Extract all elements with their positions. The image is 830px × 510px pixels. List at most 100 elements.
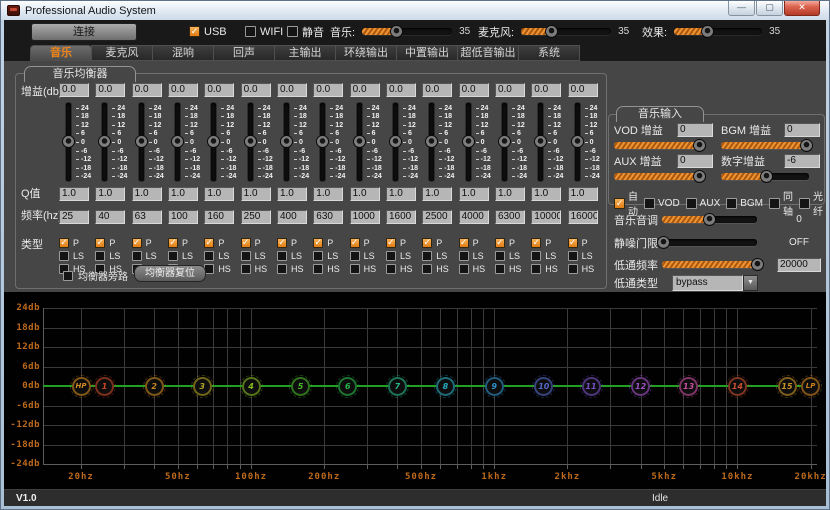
eq-gain-slider[interactable]: 24 18 12 6 0 -6 -12 -18 -24 [59,103,95,183]
eq-type-hs-checkbox[interactable] [422,263,433,274]
tab-5[interactable]: 主输出 [274,45,336,61]
eq-q-input[interactable]: 1.0 [349,187,380,201]
eq-q-input[interactable]: 1.0 [422,187,453,201]
source-checkbox[interactable] [685,197,697,209]
eq-type-hs-checkbox[interactable] [567,263,578,274]
slider-thumb[interactable] [692,169,706,183]
eq-gain-slider[interactable]: 24 18 12 6 0 -6 -12 -18 -24 [313,103,349,183]
close-button[interactable]: ✕ [784,1,820,16]
slider-thumb[interactable] [760,169,774,183]
eq-gain-slider[interactable]: 24 18 12 6 0 -6 -12 -18 -24 [241,103,277,183]
eq-q-input[interactable]: 1.0 [313,187,344,201]
eq-type-ls-checkbox[interactable] [167,250,178,261]
eq-freq-input[interactable]: 4000 [458,210,489,224]
eq-gain-input[interactable]: 0.0 [458,83,489,97]
eq-freq-input[interactable]: 40 [95,210,126,224]
eq-type-p-checkbox[interactable] [385,237,396,248]
eq-type-p-checkbox[interactable] [95,237,106,248]
slider-thumb[interactable] [425,135,439,148]
eq-type-hs-checkbox[interactable] [385,263,396,274]
eq-gain-slider[interactable]: 24 18 12 6 0 -6 -12 -18 -24 [495,103,531,183]
eq-type-hs-checkbox[interactable] [531,263,542,274]
slider-thumb[interactable] [703,213,716,226]
eq-freq-input[interactable]: 6300 [494,210,525,224]
connect-button[interactable]: 连接 [31,23,137,41]
eq-freq-input[interactable]: 63 [131,210,162,224]
eq-type-p-checkbox[interactable] [422,237,433,248]
tab-1[interactable]: 音乐 [30,45,92,61]
control-slider[interactable] [662,213,757,226]
eq-gain-input[interactable]: 0.0 [385,83,416,97]
wifi-checkbox[interactable] [245,26,256,37]
eq-q-input[interactable]: 1.0 [167,187,198,201]
eq-type-p-checkbox[interactable] [204,237,215,248]
slider-thumb[interactable] [657,236,671,249]
eq-gain-slider[interactable]: 24 18 12 6 0 -6 -12 -18 -24 [132,103,168,183]
slider-thumb[interactable] [352,135,366,148]
slider-thumb[interactable] [461,135,475,148]
eq-type-p-checkbox[interactable] [313,237,324,248]
eq-freq-input[interactable]: 160 [204,210,235,224]
tab-7[interactable]: 中置输出 [396,45,458,61]
eq-point-8[interactable]: 8 [433,374,457,398]
eq-q-input[interactable]: 1.0 [240,187,271,201]
slider-thumb[interactable] [388,135,402,148]
eq-gain-input[interactable]: 0.0 [95,83,126,97]
eq-q-input[interactable]: 1.0 [494,187,525,201]
eq-type-p-checkbox[interactable] [131,237,142,248]
eq-freq-input[interactable]: 1000 [349,210,380,224]
eq-gain-slider[interactable]: 24 18 12 6 0 -6 -12 -18 -24 [168,103,204,183]
eq-q-input[interactable]: 1.0 [131,187,162,201]
eq-type-ls-checkbox[interactable] [349,250,360,261]
eq-point-1[interactable]: 1 [93,374,117,398]
eq-type-ls-checkbox[interactable] [240,250,251,261]
eq-gain-slider[interactable]: 24 18 12 6 0 -6 -12 -18 -24 [386,103,422,183]
mute-checkbox[interactable] [287,26,298,37]
eq-type-p-checkbox[interactable] [276,237,287,248]
eq-type-hs-checkbox[interactable] [313,263,324,274]
eq-point-14[interactable]: 14 [725,374,749,398]
eq-type-ls-checkbox[interactable] [204,250,215,261]
eq-type-ls-checkbox[interactable] [567,250,578,261]
eq-q-input[interactable]: 1.0 [276,187,307,201]
eq-point-3[interactable]: 3 [190,374,214,398]
eq-point-15[interactable]: 15 [775,374,799,398]
slider-thumb[interactable] [98,135,112,148]
eq-point-10[interactable]: 10 [532,374,556,398]
eq-gain-slider[interactable]: 24 18 12 6 0 -6 -12 -18 -24 [568,103,604,183]
eq-gain-input[interactable]: 0.0 [240,83,271,97]
eq-gain-input[interactable]: 0.0 [422,83,453,97]
eq-type-ls-checkbox[interactable] [458,250,469,261]
eq-type-hs-checkbox[interactable] [494,263,505,274]
eq-gain-input[interactable]: 0.0 [59,83,89,97]
tab-3[interactable]: 混响 [152,45,214,61]
eq-q-input[interactable]: 1.0 [458,187,489,201]
eq-freq-input[interactable]: 400 [276,210,307,224]
eq-type-ls-checkbox[interactable] [95,250,106,261]
eq-type-ls-checkbox[interactable] [131,250,142,261]
eq-type-p-checkbox[interactable] [167,237,178,248]
slider-thumb[interactable] [750,258,764,271]
eq-point-7[interactable]: 7 [385,374,409,398]
slider-thumb[interactable] [62,135,75,148]
eq-type-hs-checkbox[interactable] [458,263,469,274]
eq-gain-slider[interactable]: 24 18 12 6 0 -6 -12 -18 -24 [350,103,386,183]
eq-point-hp[interactable]: HP [69,374,93,398]
eq-freq-input[interactable]: 100 [167,210,198,224]
eq-q-input[interactable]: 1.0 [385,187,416,201]
eq-gain-input[interactable]: 0.0 [567,83,598,97]
eq-type-p-checkbox[interactable] [531,237,542,248]
eq-point-9[interactable]: 9 [482,374,506,398]
eq-point-11[interactable]: 11 [579,374,603,398]
eq-gain-slider[interactable]: 24 18 12 6 0 -6 -12 -18 -24 [459,103,495,183]
slider-thumb[interactable] [170,135,184,148]
minimize-button[interactable]: — [728,1,755,16]
eq-type-ls-checkbox[interactable] [531,250,542,261]
source-checkbox[interactable] [614,197,625,209]
input-gain-slider[interactable] [721,169,809,183]
chevron-down-icon[interactable]: ▼ [743,274,758,291]
eq-freq-input[interactable]: 2500 [422,210,453,224]
eq-freq-input[interactable]: 25 [59,210,89,224]
input-gain-value[interactable]: 0 [784,122,820,137]
eq-point-5[interactable]: 5 [289,374,313,398]
